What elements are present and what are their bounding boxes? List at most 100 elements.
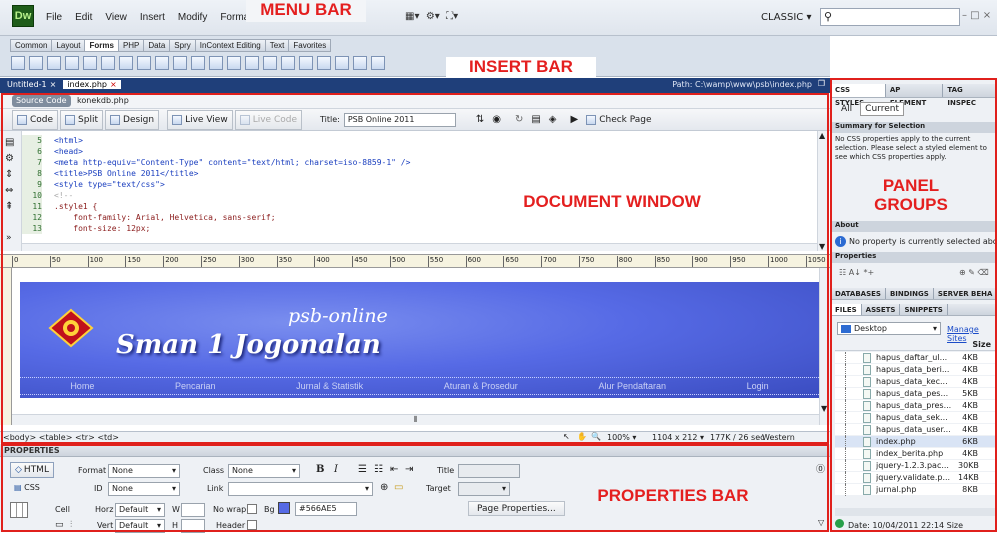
menu-item-file[interactable]: File [46, 12, 62, 23]
css-mode-button[interactable]: ▤ CSS [14, 483, 40, 492]
file-list[interactable]: hapus_daftar_ul... 4KB hapus_data_beri... 4… [835, 351, 995, 496]
label-icon[interactable] [245, 56, 259, 70]
set-properties-icon[interactable]: *+ [863, 268, 874, 277]
insert-tab-data[interactable]: Data [143, 39, 171, 52]
zoom-tool-icon[interactable]: 🔍 [591, 432, 601, 441]
link-input[interactable]: ▾ [228, 482, 373, 496]
insert-tab-layout[interactable]: Layout [51, 39, 86, 52]
menu-item-modify[interactable]: Modify [178, 12, 207, 23]
insert-tab-text[interactable]: Text [264, 39, 290, 52]
properties-header[interactable]: PROPERTIES [0, 444, 830, 457]
file-row[interactable]: index.php 6KB [835, 435, 995, 448]
more-tools-icon[interactable]: » [6, 233, 12, 243]
point-to-file-icon[interactable]: ⊕ [380, 482, 388, 493]
panel-tab-assets[interactable]: ASSETS [862, 304, 901, 315]
code-scrollbar[interactable]: ▲ ▼ [817, 131, 829, 251]
collapse-selection-icon[interactable]: ⇔ [5, 185, 13, 196]
insert-tab-php[interactable]: PHP [117, 39, 145, 52]
horz-select[interactable]: Default ▾ [115, 503, 165, 517]
panel-tab-databases[interactable]: DATABASES [831, 288, 886, 299]
insert-tab-favorites[interactable]: Favorites [288, 39, 332, 52]
vert-select[interactable]: Default ▾ [115, 519, 165, 533]
check-page-button[interactable]: Check Page [582, 110, 655, 130]
workspace-switcher[interactable]: CLASSIC ▾ [757, 7, 815, 27]
code-view-button[interactable]: Code [12, 109, 59, 130]
close-tab-icon[interactable]: × [50, 80, 57, 89]
file-row[interactable]: hapus_data_user... 4KB [835, 423, 995, 436]
file-row[interactable]: jurnal.php 8KB [835, 483, 995, 496]
format-select[interactable]: None ▾ [108, 464, 180, 478]
file-row[interactable]: hapus_daftar_ul... 4KB [835, 351, 995, 364]
ordered-list-icon[interactable]: ☷ [374, 464, 383, 475]
files-hscrollbar[interactable] [835, 508, 995, 516]
bold-button[interactable]: B [316, 464, 324, 475]
panel-actions-icons[interactable]: ⊕ ✎ ⌫ [959, 268, 989, 277]
menu-extra-icons[interactable]: ▦▾ ⚙▾ ⛶▾ [405, 11, 458, 22]
scroll-up-icon[interactable]: ▲ [819, 131, 825, 140]
italic-button[interactable]: I [334, 464, 338, 475]
title-input[interactable]: PSB Online 2011 [343, 112, 456, 127]
refresh-icon[interactable]: ↻ [515, 114, 523, 125]
id-select[interactable]: None ▾ [108, 482, 180, 496]
doc-tab-untitled-1[interactable]: Untitled-1 × [3, 80, 60, 89]
target-select[interactable]: ▾ [458, 482, 510, 496]
panel-tab-snippets[interactable]: SNIPPETS [900, 304, 948, 315]
live-view-button[interactable]: Live View [167, 109, 233, 130]
collapse-tag-icon[interactable]: ⇕ [5, 169, 13, 180]
header-checkbox[interactable] [247, 520, 257, 530]
split-cell-icon[interactable]: ⫶ [70, 520, 72, 530]
spry-confirm-icon[interactable] [371, 56, 385, 70]
alpha-view-icon[interactable]: A↓ [849, 268, 861, 277]
file-row[interactable]: index_berita.php 4KB [835, 447, 995, 460]
view-options-icon[interactable]: ▤ [531, 114, 540, 125]
bg-color-input[interactable]: #566AE5 [295, 502, 357, 516]
file-row[interactable]: hapus_data_pres... 4KB [835, 399, 995, 412]
site-select[interactable]: Desktop ▾ [837, 322, 941, 335]
file-field-icon[interactable] [209, 56, 223, 70]
nav-link-login[interactable]: Login [747, 381, 769, 391]
design-view-button[interactable]: Design [105, 109, 160, 130]
insert-tab-spry[interactable]: Spry [169, 39, 196, 52]
image-field-icon[interactable] [191, 56, 205, 70]
browse-folder-icon[interactable]: ▭ [394, 482, 403, 493]
bg-color-swatch[interactable] [278, 502, 290, 514]
window-controls[interactable]: – □ × [962, 10, 991, 21]
show-code-navigator-icon[interactable]: ⚙ [5, 153, 14, 164]
file-row[interactable]: hapus_data_beri... 4KB [835, 363, 995, 376]
spry-select-icon[interactable] [335, 56, 349, 70]
select-list-icon[interactable] [155, 56, 169, 70]
expand-all-icon[interactable]: ⇞ [5, 201, 13, 212]
indent-icon[interactable]: ⇥ [405, 464, 413, 475]
checkbox-group-icon[interactable] [101, 56, 115, 70]
panel-tab-server-beha[interactable]: SERVER BEHA [934, 288, 997, 299]
outdent-icon[interactable]: ⇤ [390, 464, 398, 475]
panel-tab-bindings[interactable]: BINDINGS [886, 288, 934, 299]
expand-icon[interactable]: ▽ [818, 518, 824, 527]
panel-tab-css-styles[interactable]: CSS STYLES [831, 84, 886, 107]
design-view[interactable]: psb-online Sman 1 Jogonalan Home Pencaria… [12, 268, 819, 425]
file-management-icon[interactable]: ⇅ [476, 114, 484, 125]
code-hscrollbar[interactable] [22, 243, 817, 251]
spry-textarea-icon[interactable] [299, 56, 313, 70]
merge-cells-icon[interactable]: ▭ [55, 520, 64, 530]
menu-item-view[interactable]: View [105, 12, 127, 23]
visual-aids-icon[interactable]: ◈ [549, 114, 557, 125]
insert-tab-forms[interactable]: Forms [84, 39, 119, 52]
insert-tab-common[interactable]: Common [10, 39, 53, 52]
tag-selector[interactable]: <body> <table> <tr> <td> [3, 433, 119, 442]
panel-tab-ap-element[interactable]: AP ELEMENT [886, 84, 944, 107]
open-documents-icon[interactable]: ▤ [5, 137, 14, 148]
help-icon[interactable]: ⓪ [816, 462, 825, 475]
select-tool-icon[interactable]: ↖ [563, 432, 570, 441]
file-row[interactable]: jquery.validate.p... 14KB [835, 471, 995, 484]
validate-icon[interactable]: ▶ [571, 114, 579, 125]
file-row[interactable]: hapus_data_sek... 4KB [835, 411, 995, 424]
menu-item-edit[interactable]: Edit [75, 12, 92, 23]
textarea-icon[interactable] [65, 56, 79, 70]
text-field-icon[interactable] [29, 56, 43, 70]
nav-link-aturan-prosedur[interactable]: Aturan & Prosedur [444, 381, 518, 391]
nav-link-pencarian[interactable]: Pencarian [175, 381, 216, 391]
live-code-button[interactable]: Live Code [234, 109, 302, 130]
spry-password-icon[interactable] [353, 56, 367, 70]
window-size-select[interactable]: 1104 x 212 ▾ [652, 433, 704, 442]
